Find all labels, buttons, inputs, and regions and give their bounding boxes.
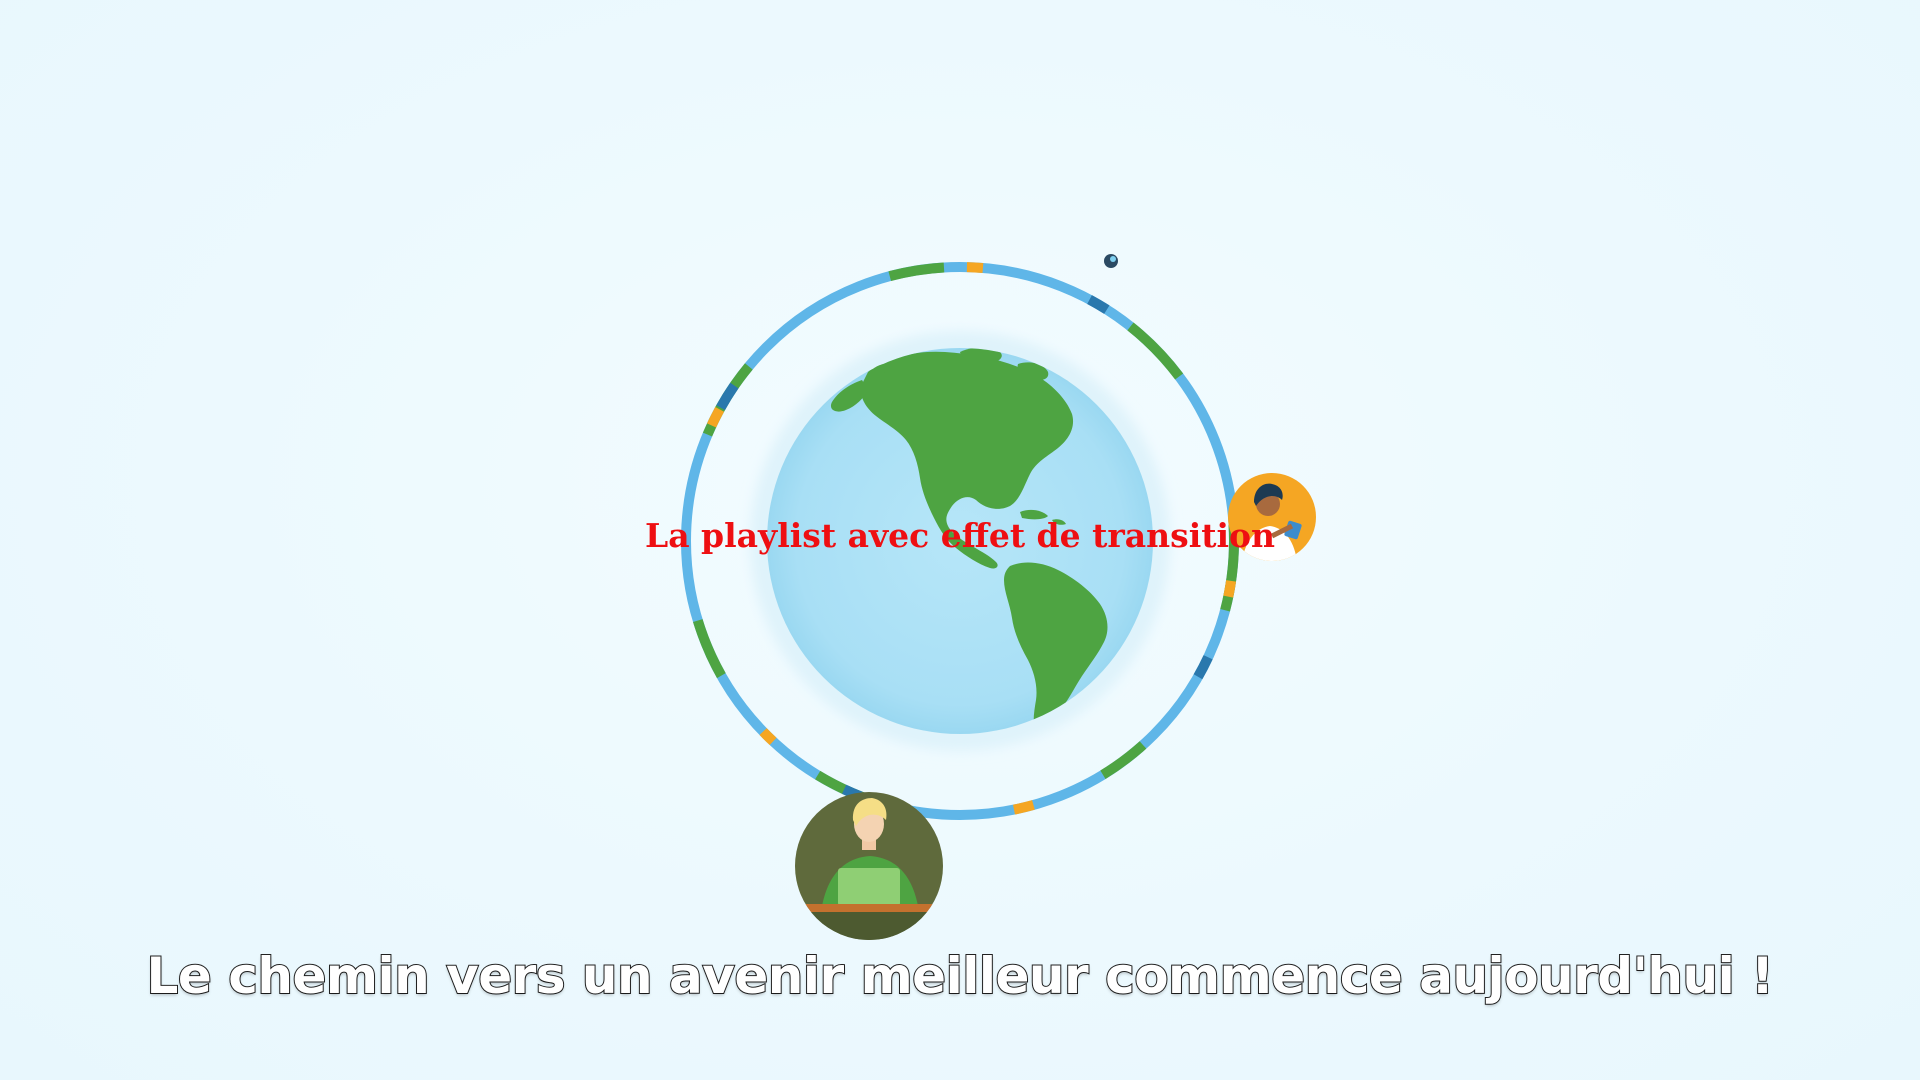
doctor-avatar-icon (1228, 473, 1316, 561)
scene-illustration (681, 254, 1316, 940)
earth-americas-icon (767, 348, 1153, 734)
subtitle-caption: Le chemin vers un avenir meilleur commen… (146, 946, 1775, 1006)
video-frame[interactable]: La playlist avec effet de transition Le … (0, 0, 1920, 1080)
satellite-dot-icon (1104, 254, 1118, 268)
student-avatar-icon (795, 792, 943, 940)
